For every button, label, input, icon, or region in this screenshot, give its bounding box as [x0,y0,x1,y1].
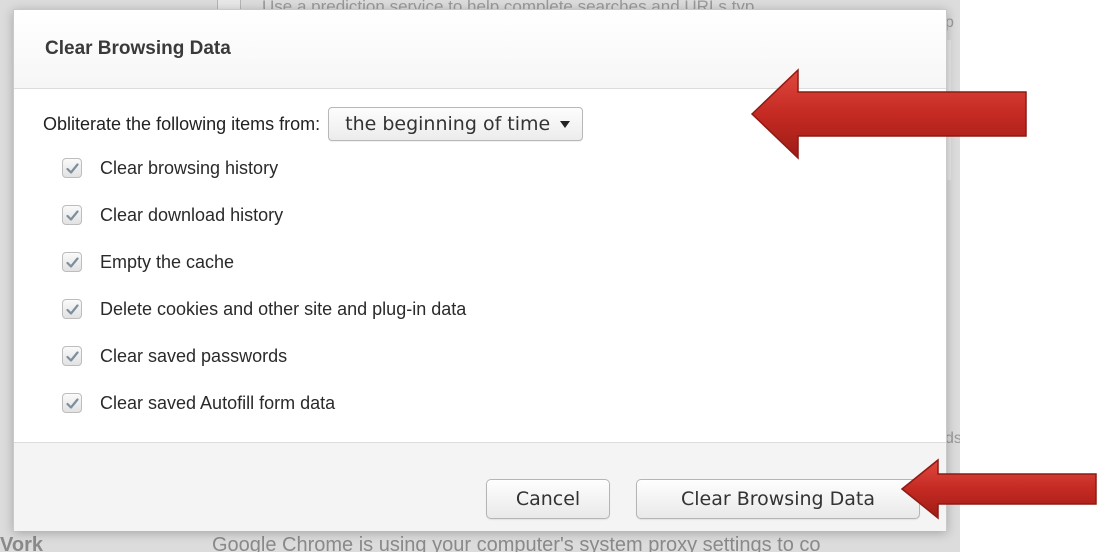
red-arrow-icon [900,458,1097,520]
checkmark-icon [66,304,79,315]
clear-options-list: Clear browsing history Clear download hi… [62,156,762,438]
checkmark-icon [66,398,79,409]
option-label: Clear browsing history [100,157,279,178]
background-text-fragment: ds [945,430,960,447]
option-delete-cookies[interactable]: Delete cookies and other site and plug-i… [62,297,762,321]
option-clear-browsing-history[interactable]: Clear browsing history [62,156,762,180]
red-arrow-icon [750,68,1027,160]
option-label: Clear download history [100,204,284,225]
cancel-button[interactable]: Cancel [486,479,610,519]
checkbox[interactable] [62,252,82,272]
option-label: Empty the cache [100,251,235,272]
dialog-footer: Cancel Clear Browsing Data [14,442,946,531]
option-clear-autofill-data[interactable]: Clear saved Autofill form data [62,391,762,415]
checkbox[interactable] [62,299,82,319]
clear-browsing-data-button[interactable]: Clear Browsing Data [636,479,920,519]
checkbox[interactable] [62,158,82,178]
screenshot-stage: Use a prediction service to help complet… [0,0,1099,552]
option-label: Clear saved Autofill form data [100,392,336,413]
dialog-title: Clear Browsing Data [45,38,231,59]
checkbox[interactable] [62,393,82,413]
time-range-label: Obliterate the following items from: [43,113,321,134]
option-clear-download-history[interactable]: Clear download history [62,203,762,227]
checkmark-icon [66,210,79,221]
checkmark-icon [66,351,79,362]
caret-down-icon [560,120,571,128]
option-clear-saved-passwords[interactable]: Clear saved passwords [62,344,762,368]
option-empty-cache[interactable]: Empty the cache [62,250,762,274]
background-section-heading: Vork [0,534,43,552]
time-range-row: Obliterate the following items from: the… [43,107,584,141]
time-range-value: the beginning of time [345,113,551,135]
checkmark-icon [66,257,79,268]
checkbox[interactable] [62,346,82,366]
background-text-fragment: p [945,14,954,31]
time-range-select[interactable]: the beginning of time [328,107,584,141]
background-section-text: Google Chrome is using your computer's s… [212,534,821,552]
checkbox[interactable] [62,205,82,225]
checkmark-icon [66,163,79,174]
option-label: Clear saved passwords [100,345,288,366]
option-label: Delete cookies and other site and plug-i… [100,298,467,319]
